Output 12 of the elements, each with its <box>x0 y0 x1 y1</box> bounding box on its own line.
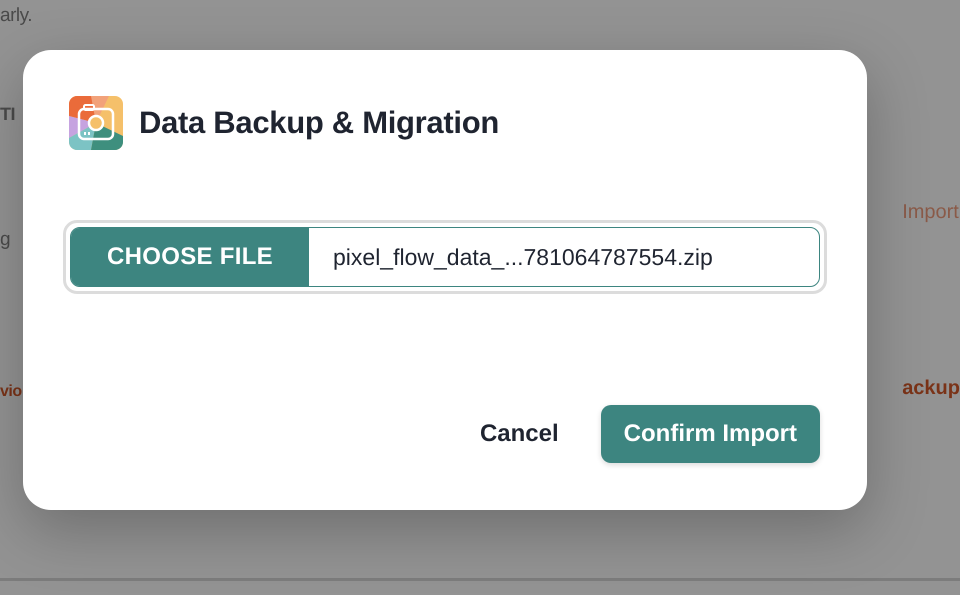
file-picker[interactable]: CHOOSE FILE pixel_flow_data_...781064787554.zip <box>63 220 827 294</box>
camera-logo-icon <box>69 96 123 150</box>
cancel-button[interactable]: Cancel <box>458 405 581 463</box>
background-text: arly. <box>0 4 32 28</box>
choose-file-button[interactable]: CHOOSE FILE <box>71 228 309 286</box>
background-text: ackup <box>902 376 960 400</box>
confirm-button[interactable]: Confirm Import <box>600 405 820 463</box>
file-name: pixel_flow_data_...781064787554.zip <box>332 242 713 272</box>
background-text: g <box>0 228 10 252</box>
background-text: TI <box>0 103 15 126</box>
dialog-title: Data Backup & Migration <box>139 105 499 141</box>
background-text: vio <box>0 382 22 402</box>
